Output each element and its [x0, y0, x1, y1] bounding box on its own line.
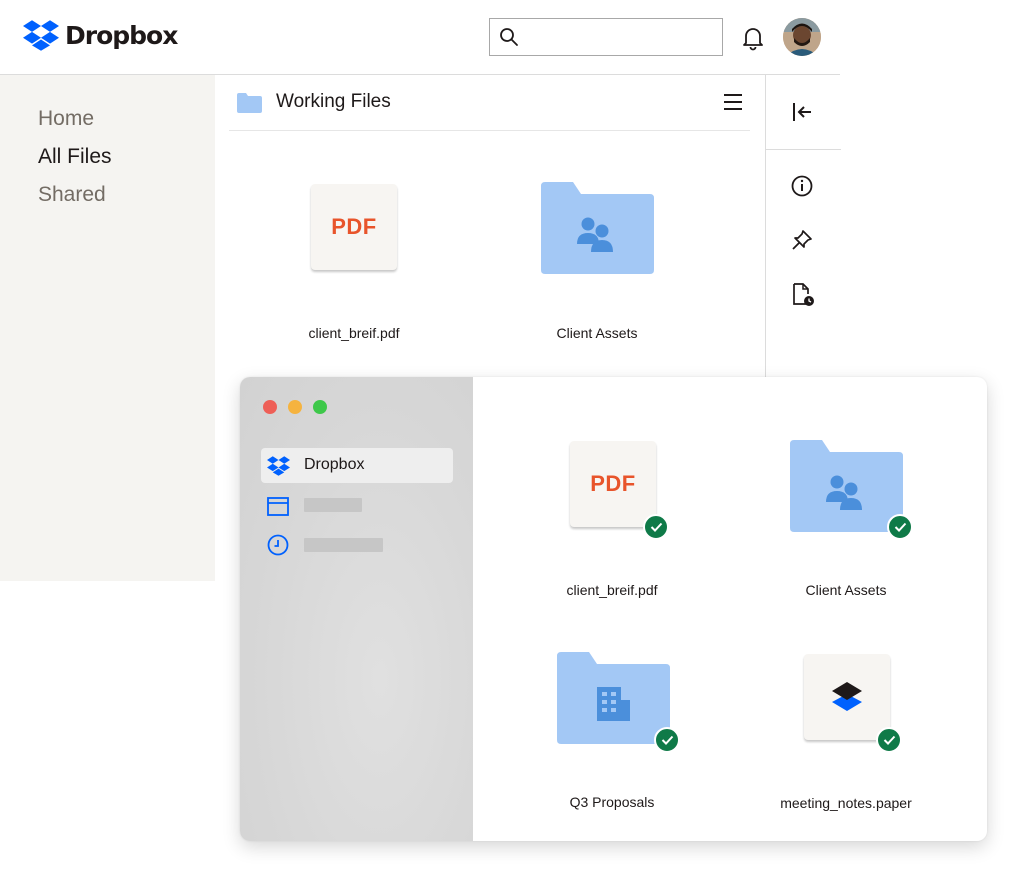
synced-check-icon [887, 514, 913, 540]
file-thumbnail-pdf[interactable]: PDF [311, 184, 397, 270]
desktop-sidebar: Dropbox [240, 377, 473, 841]
bell-icon[interactable] [740, 25, 766, 51]
window-minimize-button[interactable] [288, 400, 302, 414]
building-folder-icon[interactable] [557, 652, 670, 744]
rail-divider [766, 149, 841, 150]
file-name[interactable]: client_breif.pdf [284, 325, 424, 341]
dropbox-logo-icon [23, 20, 59, 51]
dropbox-logo[interactable]: Dropbox [23, 20, 178, 51]
shared-folder-icon[interactable] [790, 440, 903, 532]
clock-icon[interactable] [267, 534, 289, 556]
search-icon [500, 28, 518, 46]
user-avatar[interactable] [783, 18, 821, 56]
pdf-badge: PDF [590, 471, 636, 496]
sidebar-item-all-files[interactable]: All Files [38, 145, 112, 169]
collapse-panel-icon[interactable] [791, 101, 813, 123]
paper-icon [832, 682, 862, 711]
window-maximize-button[interactable] [313, 400, 327, 414]
folder-header: Working Files [229, 75, 750, 131]
nav-placeholder [304, 498, 362, 512]
pdf-badge: PDF [331, 214, 377, 239]
synced-check-icon [876, 727, 902, 753]
sidebar-item-home[interactable]: Home [38, 107, 94, 131]
info-icon[interactable] [791, 175, 813, 197]
file-history-icon[interactable] [791, 282, 815, 308]
folder-name[interactable]: Client Assets [776, 582, 916, 598]
top-bar: Dropbox [0, 0, 840, 75]
file-name[interactable]: client_breif.pdf [542, 582, 682, 598]
pin-icon[interactable] [791, 229, 813, 251]
folder-icon [237, 93, 262, 113]
sidebar: Home All Files Shared [0, 75, 215, 581]
synced-check-icon [643, 514, 669, 540]
logo-wordmark: Dropbox [65, 21, 178, 50]
nav-placeholder [304, 538, 383, 552]
synced-check-icon [654, 727, 680, 753]
page-title: Working Files [276, 91, 391, 112]
menu-icon[interactable] [723, 93, 743, 111]
dropbox-icon [267, 456, 290, 476]
desktop-app-window: Dropbox PDF client_breif.pdf Client Asse… [240, 377, 987, 841]
window-close-button[interactable] [263, 400, 277, 414]
file-thumbnail-paper[interactable] [804, 654, 890, 740]
folder-name[interactable]: Q3 Proposals [542, 794, 682, 810]
shared-folder-icon[interactable] [541, 182, 654, 274]
avatar-icon [783, 18, 821, 56]
details-rail [765, 75, 841, 381]
window-icon[interactable] [267, 497, 289, 516]
search-input[interactable] [489, 18, 723, 56]
file-thumbnail-pdf[interactable]: PDF [570, 441, 656, 527]
folder-name[interactable]: Client Assets [527, 325, 667, 341]
desktop-nav-label: Dropbox [304, 456, 365, 473]
file-name[interactable]: meeting_notes.paper [766, 795, 926, 811]
sidebar-item-shared[interactable]: Shared [38, 183, 106, 207]
